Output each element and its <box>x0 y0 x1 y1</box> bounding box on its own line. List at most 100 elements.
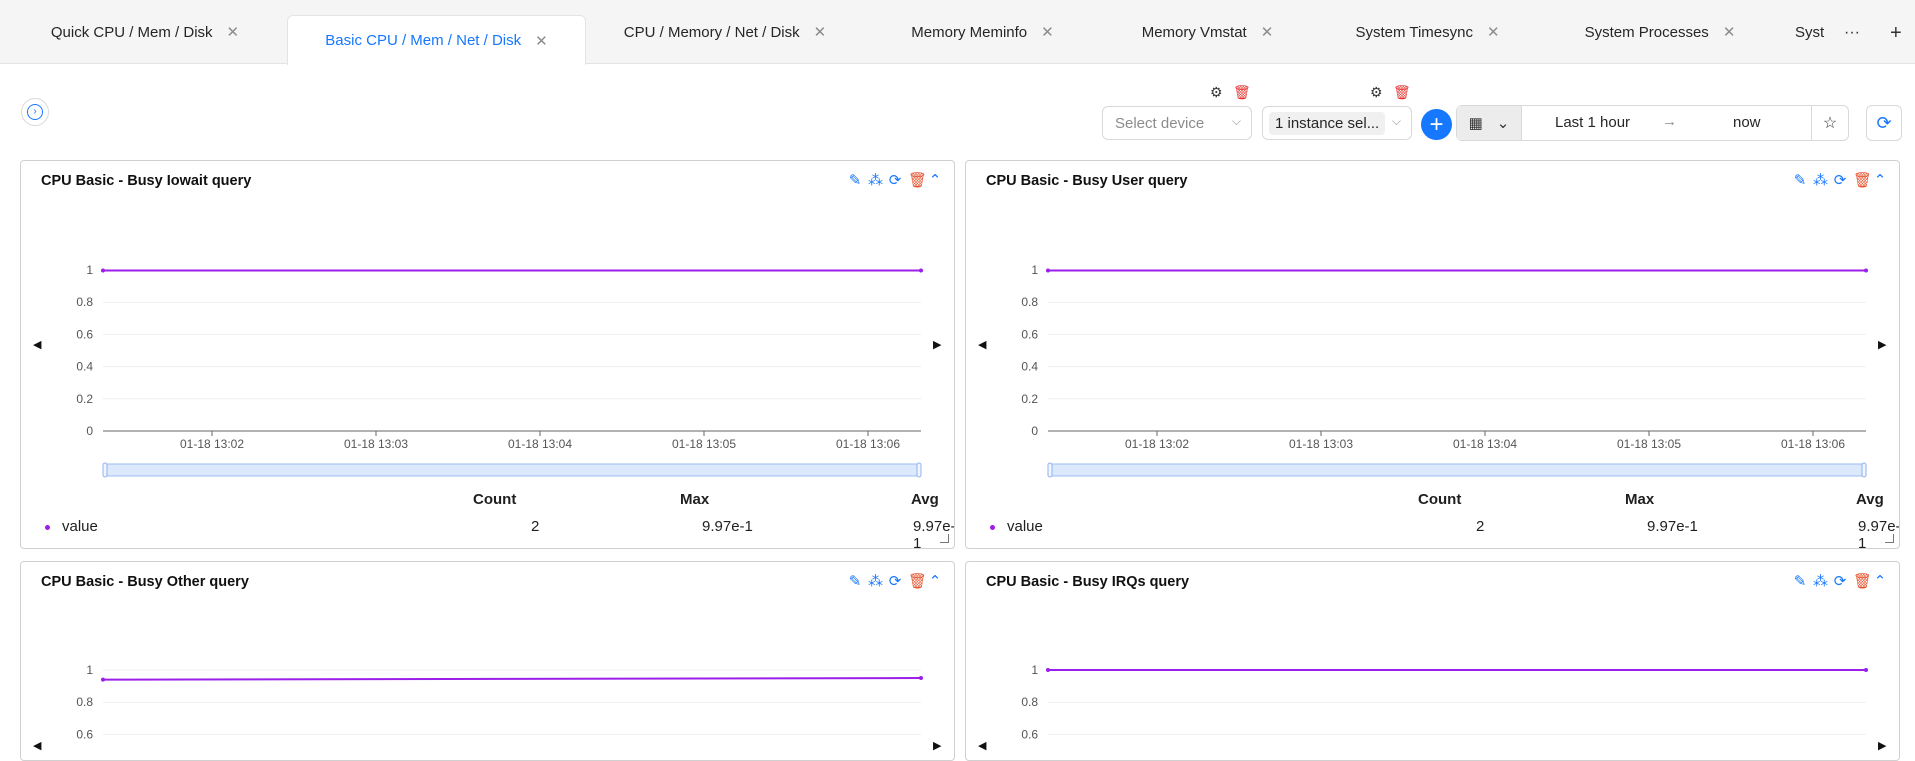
zoom-handle-left <box>102 462 108 478</box>
y-tick-label: 0.8 <box>76 295 93 309</box>
tab-label: Quick CPU / Mem / Disk <box>50 23 213 41</box>
data-point <box>919 268 923 273</box>
line-chart: 0.6 0.8 1 <box>76 663 923 741</box>
series-dot <box>990 524 995 530</box>
zoom-slider <box>103 463 921 477</box>
stat-max: 9.97e-1 <box>1647 518 1698 535</box>
settings-icon[interactable]: ⚙ <box>1210 85 1223 99</box>
time-from[interactable]: Last 1 hour <box>1555 114 1630 131</box>
close-icon[interactable]: ✕ <box>1487 23 1500 41</box>
x-tick-label: 01-18 13:06 <box>1781 437 1845 451</box>
time-range-picker[interactable]: ▦ ⌄ Last 1 hour → now ☆ <box>1456 105 1849 141</box>
tab-label: Memory Vmstat <box>1141 23 1247 41</box>
data-point <box>101 677 105 682</box>
data-point <box>1864 668 1868 672</box>
tab-cpu-memory[interactable]: CPU / Memory / Net / Disk ✕ <box>610 0 840 64</box>
y-tick-label: 0.2 <box>76 392 93 406</box>
data-point <box>1864 268 1868 273</box>
sidebar-toggle-button[interactable]: › <box>21 98 49 126</box>
stats-header-count: Count <box>1418 491 1462 508</box>
refresh-icon: ⟳ <box>1876 112 1892 133</box>
legend-item[interactable]: value <box>45 518 98 535</box>
close-icon[interactable]: ✕ <box>1723 23 1736 41</box>
stats-header-avg: Avg <box>911 491 939 508</box>
legend-label: value <box>1007 518 1043 535</box>
y-tick-label: 1 <box>1031 263 1038 277</box>
chart-panel-user: CPU Basic - Busy User query ✎ ⁂ ⟳ 🗑 ⌃ ◀ … <box>965 160 1900 549</box>
instance-select[interactable]: 1 instance sel... ⌵ <box>1262 106 1412 140</box>
instance-tag: 1 instance sel... <box>1269 111 1386 135</box>
y-tick-label: 0.8 <box>1021 695 1038 709</box>
chevron-down-icon: ⌄ <box>1496 115 1510 132</box>
tab-system-truncated[interactable]: Syst <box>1795 0 1835 64</box>
resize-handle[interactable] <box>940 534 949 543</box>
y-tick-label: 0.6 <box>76 327 93 341</box>
y-tick-label: 0.6 <box>1021 727 1038 741</box>
device-select[interactable]: Select device ⌵ <box>1102 106 1252 140</box>
chevron-right-icon: › <box>27 104 43 120</box>
zoom-handle-right <box>916 462 922 478</box>
chart-panel-other: CPU Basic - Busy Other query ✎ ⁂ ⟳ 🗑 ⌃ ◀… <box>20 561 955 761</box>
refresh-button[interactable]: ⟳ <box>1866 105 1902 141</box>
zoom-slider <box>1048 463 1866 477</box>
star-icon[interactable]: ☆ <box>1811 106 1848 140</box>
add-tab-button[interactable]: + <box>1890 22 1902 45</box>
stats-header-max: Max <box>680 491 710 508</box>
tab-system-timesync[interactable]: System Timesync ✕ <box>1335 0 1520 64</box>
tab-label: System Timesync <box>1355 23 1473 41</box>
trash-icon[interactable]: 🗑 <box>1393 85 1411 99</box>
chevron-down-icon: ⌵ <box>1391 114 1401 128</box>
tab-basic-cpu[interactable]: Basic CPU / Mem / Net / Disk ✕ <box>287 15 586 65</box>
x-tick-label: 01-18 13:02 <box>1125 437 1189 451</box>
legend-label: value <box>62 518 98 535</box>
stat-count: 2 <box>531 518 540 535</box>
series-line <box>102 677 922 681</box>
y-tick-label: 1 <box>1031 663 1038 677</box>
y-tick-label: 0.4 <box>1021 360 1038 374</box>
time-to[interactable]: now <box>1733 114 1761 131</box>
stat-count: 2 <box>1476 518 1485 535</box>
y-tick-label: 1 <box>86 263 93 277</box>
zoom-handle-left <box>1047 462 1053 478</box>
resize-handle[interactable] <box>1885 534 1894 543</box>
stats-header-max: Max <box>1625 491 1655 508</box>
close-icon[interactable]: ✕ <box>535 32 548 50</box>
chart-panel-iowait: CPU Basic - Busy Iowait query ✎ ⁂ ⟳ 🗑 ⌃ … <box>20 160 955 549</box>
stat-max: 9.97e-1 <box>702 518 753 535</box>
close-icon[interactable]: ✕ <box>814 23 827 41</box>
tab-label: Syst <box>1795 23 1825 41</box>
settings-icon[interactable]: ⚙ <box>1370 85 1383 99</box>
data-point <box>919 676 923 681</box>
more-tabs-button[interactable]: ··· <box>1844 24 1860 42</box>
close-icon[interactable]: ✕ <box>1041 23 1054 41</box>
calendar-dropdown[interactable]: ▦ ⌄ <box>1457 106 1522 140</box>
y-tick-label: 0.6 <box>76 727 93 741</box>
y-tick-label: 0.4 <box>76 360 93 374</box>
chart-panel-irqs: CPU Basic - Busy IRQs query ✎ ⁂ ⟳ 🗑 ⌃ ◀ … <box>965 561 1900 761</box>
close-icon[interactable]: ✕ <box>1261 23 1274 41</box>
stats-header-avg: Avg <box>1856 491 1884 508</box>
chevron-down-icon: ⌵ <box>1231 114 1241 128</box>
close-icon[interactable]: ✕ <box>227 23 240 41</box>
tab-label: Basic CPU / Mem / Net / Disk <box>325 32 522 49</box>
tab-bar: Quick CPU / Mem / Disk ✕ Basic CPU / Mem … <box>0 0 1915 65</box>
data-point <box>101 268 105 273</box>
tab-label: CPU / Memory / Net / Disk <box>623 23 800 41</box>
device-select-placeholder: Select device <box>1115 114 1205 132</box>
line-chart: 0.6 0.8 1 <box>1021 663 1868 741</box>
tab-quick-cpu[interactable]: Quick CPU / Mem / Disk ✕ <box>40 0 250 64</box>
legend-item[interactable]: value <box>990 518 1043 535</box>
tab-label: Memory Meminfo <box>911 23 1028 41</box>
tab-memory-meminfo[interactable]: Memory Meminfo ✕ <box>895 0 1070 64</box>
tab-memory-vmstat[interactable]: Memory Vmstat ✕ <box>1120 0 1295 64</box>
x-tick-label: 01-18 13:03 <box>344 437 408 451</box>
trash-icon[interactable]: 🗑 <box>1233 85 1251 99</box>
y-tick-label: 0 <box>1031 424 1038 438</box>
x-tick-label: 01-18 13:04 <box>1453 437 1517 451</box>
series-dot <box>45 524 50 530</box>
add-button[interactable]: + <box>1421 109 1452 140</box>
x-tick-label: 01-18 13:04 <box>508 437 572 451</box>
y-tick-label: 0.2 <box>1021 392 1038 406</box>
calendar-icon: ▦ <box>1468 115 1483 132</box>
tab-system-processes[interactable]: System Processes ✕ <box>1565 0 1755 64</box>
